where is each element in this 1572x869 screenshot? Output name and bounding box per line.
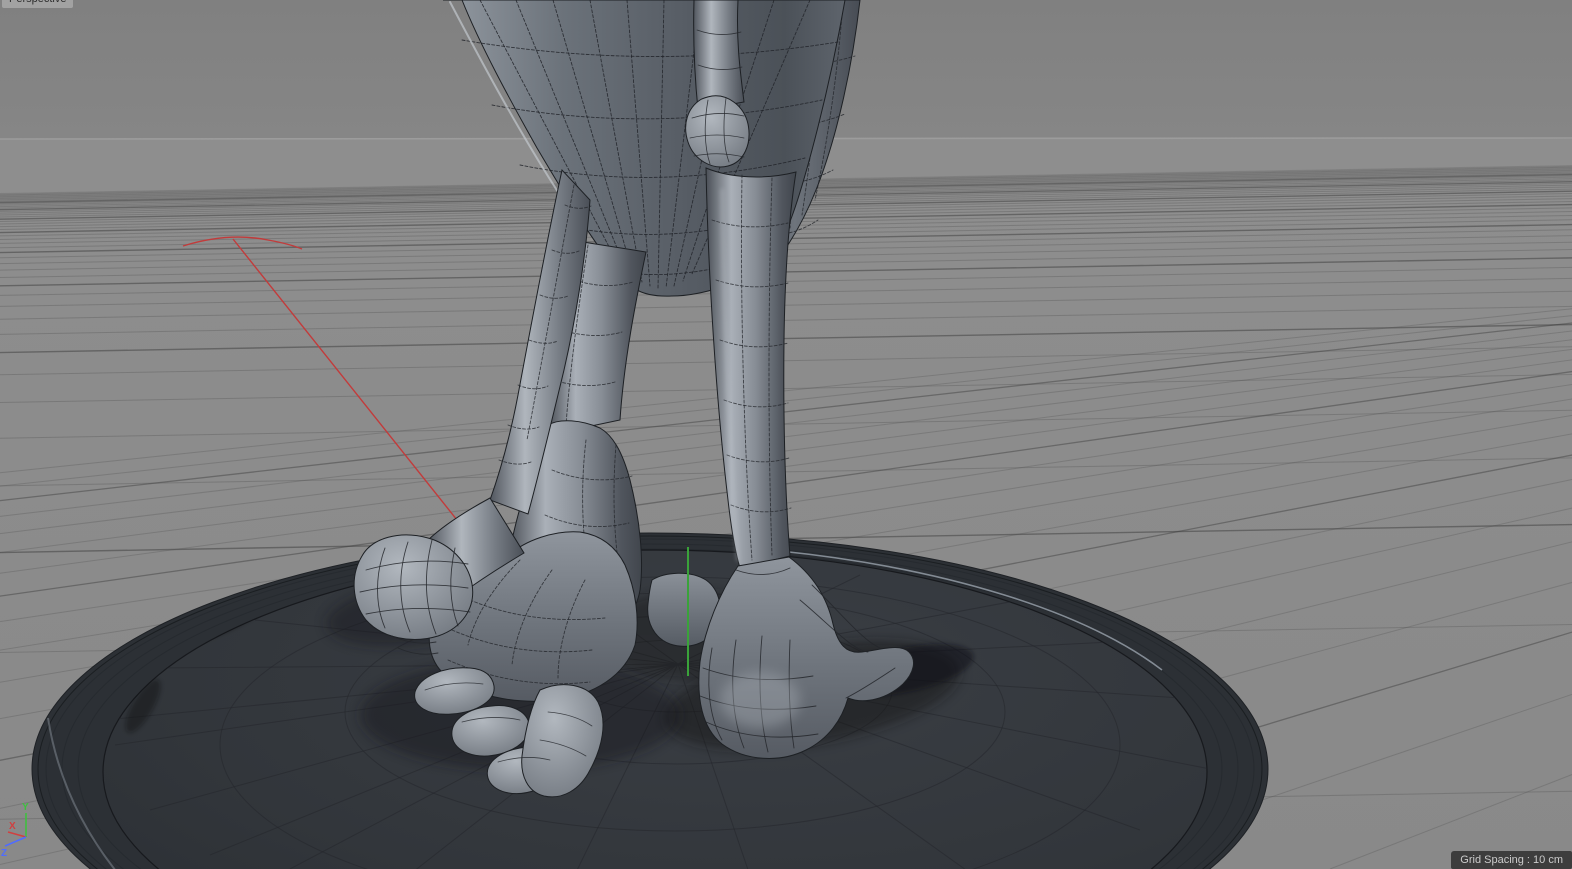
grid-spacing-text: Grid Spacing : 10 cm [1460,854,1563,866]
right-forearm [693,0,745,111]
3d-viewport[interactable]: Y X Z Perspective Grid Spacing : 10 cm [0,0,1572,869]
projection-label-chip: Perspective [2,0,74,8]
gizmo-x-label: X [9,821,16,832]
gizmo-y-label: Y [22,802,29,813]
projection-label: Perspective [9,0,66,5]
scene-canvas: Y X Z [0,0,1572,869]
grid-spacing-status: Grid Spacing : 10 cm [1451,851,1572,869]
right-foot-highlight [720,672,800,728]
gizmo-z-label: Z [1,848,7,859]
